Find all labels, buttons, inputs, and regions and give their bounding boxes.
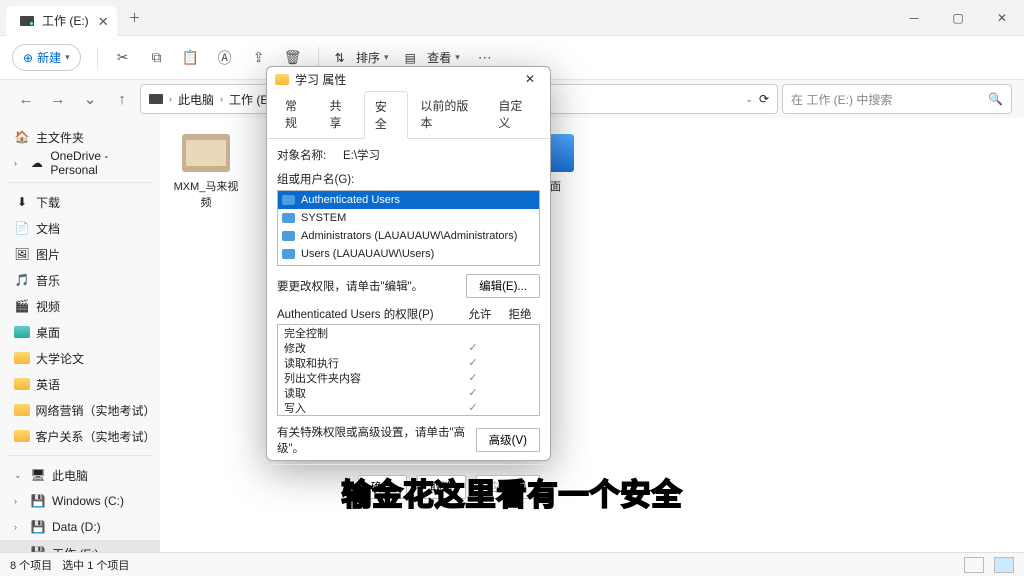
copy-icon[interactable]: ⧉: [148, 49, 166, 67]
dialog-tab[interactable]: 安全: [364, 91, 408, 139]
share-icon[interactable]: ⇪: [250, 49, 268, 67]
object-name: E:\学习: [343, 147, 380, 163]
sidebar-folder-3[interactable]: 网络营销（实地考试）: [0, 397, 160, 423]
permission-row: 读取和执行✓: [278, 355, 539, 370]
folder-icon: [182, 134, 230, 172]
dialog-title: 学习 属性: [295, 71, 346, 88]
sidebar-folder-4[interactable]: 客户关系（实地考试）: [0, 423, 160, 449]
tab-close-button[interactable]: ✕: [98, 14, 109, 30]
sidebar-downloads[interactable]: ⬇下载: [0, 189, 160, 215]
group-icon: [282, 213, 295, 223]
sidebar-this-pc[interactable]: ⌄🖥此电脑: [0, 462, 160, 488]
window-controls: ─ ▢ ✕: [892, 0, 1024, 36]
status-selected: 选中 1 个项目: [62, 557, 129, 573]
history-button[interactable]: ⌄: [76, 85, 104, 113]
sidebar-documents[interactable]: 📄文档: [0, 215, 160, 241]
sidebar-music[interactable]: 🎵音乐: [0, 267, 160, 293]
advanced-button[interactable]: 高级(V): [476, 428, 540, 452]
sidebar-drive-c[interactable]: ›💾Windows (C:): [0, 488, 160, 514]
view-button[interactable]: ▤ 查看▾: [405, 49, 460, 66]
sidebar-onedrive[interactable]: ›☁OneDrive - Personal: [0, 150, 160, 176]
sidebar-desktop[interactable]: 桌面: [0, 319, 160, 345]
minimize-button[interactable]: ─: [892, 0, 936, 36]
subtitle-overlay: 输金花这里看有一个安全: [342, 470, 683, 514]
sidebar-folder-1[interactable]: 大学论文: [0, 345, 160, 371]
permission-row: 修改✓: [278, 340, 539, 355]
edit-tip: 要更改权限，请单击"编辑"。: [277, 278, 423, 294]
dialog-tabs: 常规共享安全以前的版本自定义: [267, 91, 550, 139]
new-button[interactable]: ⊕新建▾: [12, 44, 81, 71]
sidebar-pictures[interactable]: 🖼图片: [0, 241, 160, 267]
dialog-tab[interactable]: 以前的版本: [410, 91, 486, 138]
drive-icon: [20, 16, 34, 26]
permission-row: 写入✓: [278, 400, 539, 415]
dialog-titlebar[interactable]: 学习 属性 ✕: [267, 67, 550, 91]
forward-button[interactable]: →: [44, 85, 72, 113]
back-button[interactable]: ←: [12, 85, 40, 113]
group-icon: [282, 195, 295, 205]
icons-view-button[interactable]: [994, 557, 1014, 573]
dialog-tab[interactable]: 常规: [275, 91, 317, 138]
sidebar-folder-2[interactable]: 英语: [0, 371, 160, 397]
group-list[interactable]: Authenticated UsersSYSTEMAdministrators …: [277, 190, 540, 266]
drive-icon: [149, 94, 163, 104]
close-button[interactable]: ✕: [980, 0, 1024, 36]
search-icon: 🔍: [988, 92, 1003, 106]
group-item[interactable]: SYSTEM: [278, 209, 539, 227]
rename-icon[interactable]: Ⓐ: [216, 49, 234, 67]
properties-dialog: 学习 属性 ✕ 常规共享安全以前的版本自定义 对象名称: E:\学习 组或用户名…: [266, 66, 551, 461]
group-icon: [282, 231, 295, 241]
group-item[interactable]: Administrators (LAUAUAUW\Administrators): [278, 227, 539, 245]
permissions-list: 完全控制修改✓读取和执行✓列出文件夹内容✓读取✓写入✓: [277, 324, 540, 416]
groups-label: 组或用户名(G):: [277, 171, 540, 187]
up-button[interactable]: ↑: [108, 85, 136, 113]
dialog-tab[interactable]: 共享: [319, 91, 361, 138]
folder-label: MXM_马来视频: [172, 178, 240, 210]
folder-item[interactable]: MXM_马来视频: [172, 134, 240, 210]
tab-title: 工作 (E:): [42, 12, 89, 29]
dialog-close-button[interactable]: ✕: [518, 67, 542, 91]
search-placeholder: 在 工作 (E:) 中搜索: [791, 91, 892, 108]
cut-icon[interactable]: ✂: [114, 49, 132, 67]
delete-icon[interactable]: 🗑: [284, 49, 302, 67]
group-icon: [282, 249, 295, 259]
sidebar: 🏠主文件夹 ›☁OneDrive - Personal ⬇下载 📄文档 🖼图片 …: [0, 118, 160, 558]
status-bar: 8 个项目 选中 1 个项目: [0, 552, 1024, 576]
permission-row: 读取✓: [278, 385, 539, 400]
permission-row: 完全控制: [278, 325, 539, 340]
more-icon[interactable]: ⋯: [476, 49, 494, 67]
paste-icon[interactable]: 📋: [182, 49, 200, 67]
status-count: 8 个项目: [10, 557, 52, 573]
details-view-button[interactable]: [964, 557, 984, 573]
new-tab-button[interactable]: ＋: [121, 4, 149, 32]
sidebar-drive-d[interactable]: ›💾Data (D:): [0, 514, 160, 540]
maximize-button[interactable]: ▢: [936, 0, 980, 36]
sidebar-home[interactable]: 🏠主文件夹: [0, 124, 160, 150]
permission-row: 列出文件夹内容✓: [278, 370, 539, 385]
object-row: 对象名称: E:\学习: [277, 147, 540, 163]
edit-button[interactable]: 编辑(E)...: [466, 274, 540, 298]
refresh-icon[interactable]: ⟳: [759, 92, 769, 106]
sidebar-videos[interactable]: 🎬视频: [0, 293, 160, 319]
crumb-root[interactable]: 此电脑: [178, 91, 214, 108]
tab-current[interactable]: 工作 (E:) ✕: [6, 6, 117, 36]
titlebar: 工作 (E:) ✕ ＋ ─ ▢ ✕: [0, 0, 1024, 36]
dialog-tab[interactable]: 自定义: [488, 91, 542, 138]
group-item[interactable]: Users (LAUAUAUW\Users): [278, 245, 539, 263]
folder-icon: [275, 74, 289, 85]
address-dropdown-icon[interactable]: ⌄: [745, 94, 753, 105]
permissions-header: Authenticated Users 的权限(P) 允许 拒绝: [277, 306, 540, 322]
advanced-tip: 有关特殊权限或高级设置，请单击"高级"。: [277, 424, 468, 456]
sort-button[interactable]: ⇅ 排序▾: [335, 49, 389, 66]
group-item[interactable]: Authenticated Users: [278, 191, 539, 209]
search-input[interactable]: 在 工作 (E:) 中搜索 🔍: [782, 84, 1012, 114]
